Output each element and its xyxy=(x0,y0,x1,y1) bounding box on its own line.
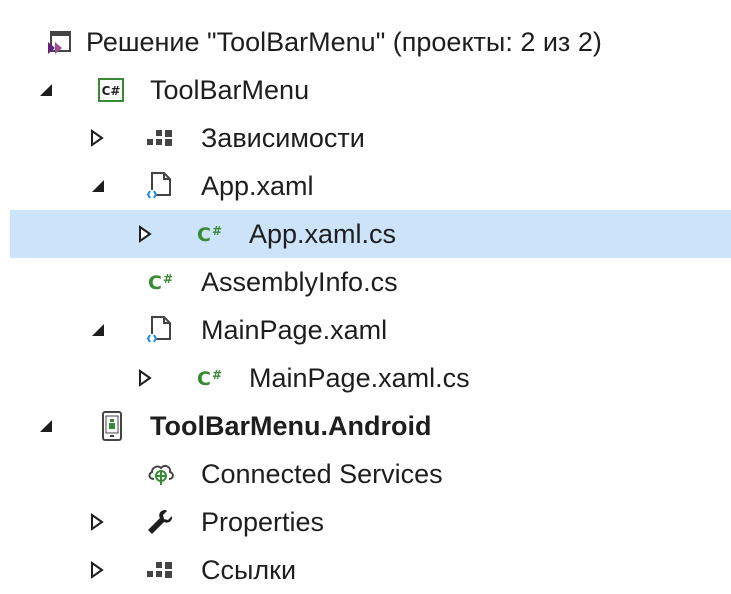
solution-explorer-tree: Решение "ToolBarMenu" (проекты: 2 из 2) … xyxy=(0,0,731,585)
expanded-arrow-icon[interactable] xyxy=(90,162,106,210)
expanded-arrow-icon[interactable] xyxy=(90,306,106,354)
tree-node-label: App.xaml xyxy=(201,170,314,201)
tree-node-label: MainPage.xaml xyxy=(201,314,388,345)
csharp-file-icon: C # xyxy=(148,258,178,306)
csharp-file-icon: C # xyxy=(197,210,227,258)
collapsed-arrow-icon[interactable] xyxy=(90,546,104,594)
xaml-file-icon xyxy=(146,306,174,354)
tree-node-mainpage-xaml-cs[interactable]: C # MainPage.xaml.cs xyxy=(0,354,731,402)
tree-node-solution[interactable]: Решение "ToolBarMenu" (проекты: 2 из 2) xyxy=(0,18,731,66)
tree-node-label: AssemblyInfo.cs xyxy=(201,266,398,297)
tree-node-android-project[interactable]: ToolBarMenu.Android xyxy=(0,402,731,450)
tree-node-label: Ссылки xyxy=(201,554,297,585)
tree-node-references[interactable]: Ссылки xyxy=(0,546,731,594)
vs-solution-icon xyxy=(46,18,72,66)
tree-node-label: Зависимости xyxy=(201,122,365,153)
svg-text:C: C xyxy=(197,224,211,245)
references-icon xyxy=(146,546,174,594)
svg-text:#: # xyxy=(212,224,222,238)
csharp-file-icon: C # xyxy=(197,354,227,402)
tree-node-label: Решение "ToolBarMenu" (проекты: 2 из 2) xyxy=(86,26,602,57)
collapsed-arrow-icon[interactable] xyxy=(90,114,104,162)
tree-node-label: ToolBarMenu.Android xyxy=(150,410,432,441)
tree-node-app-xaml-cs[interactable]: C # App.xaml.cs xyxy=(10,210,731,258)
tree-node-label: Properties xyxy=(201,506,325,537)
collapsed-arrow-icon[interactable] xyxy=(90,498,104,546)
tree-node-label: Connected Services xyxy=(201,458,443,489)
collapsed-arrow-icon[interactable] xyxy=(138,210,152,258)
tree-node-properties[interactable]: Properties xyxy=(0,498,731,546)
android-project-icon xyxy=(102,402,122,450)
tree-node-label: MainPage.xaml.cs xyxy=(249,362,470,393)
connected-services-icon xyxy=(146,450,176,498)
svg-text:#: # xyxy=(212,368,222,382)
expanded-arrow-icon[interactable] xyxy=(38,402,54,450)
tree-node-dependencies[interactable]: Зависимости xyxy=(0,114,731,162)
collapsed-arrow-icon[interactable] xyxy=(138,354,152,402)
expanded-arrow-icon[interactable] xyxy=(38,66,54,114)
svg-text:#: # xyxy=(163,272,173,286)
dependencies-icon xyxy=(146,114,174,162)
tree-node-toolbarmenu-project[interactable]: C# ToolBarMenu xyxy=(0,66,731,114)
wrench-icon xyxy=(146,498,174,546)
tree-node-connected-services[interactable]: Connected Services xyxy=(0,450,731,498)
csharp-project-icon: C# xyxy=(98,66,124,114)
svg-text:C: C xyxy=(148,272,162,293)
tree-node-assemblyinfo-cs[interactable]: C # AssemblyInfo.cs xyxy=(0,258,731,306)
tree-node-app-xaml[interactable]: App.xaml xyxy=(0,162,731,210)
tree-node-label: App.xaml.cs xyxy=(249,218,397,249)
svg-text:C#: C# xyxy=(102,84,121,98)
xaml-file-icon xyxy=(146,162,174,210)
svg-text:C: C xyxy=(197,368,211,389)
tree-node-label: ToolBarMenu xyxy=(150,74,310,105)
tree-node-mainpage-xaml[interactable]: MainPage.xaml xyxy=(0,306,731,354)
